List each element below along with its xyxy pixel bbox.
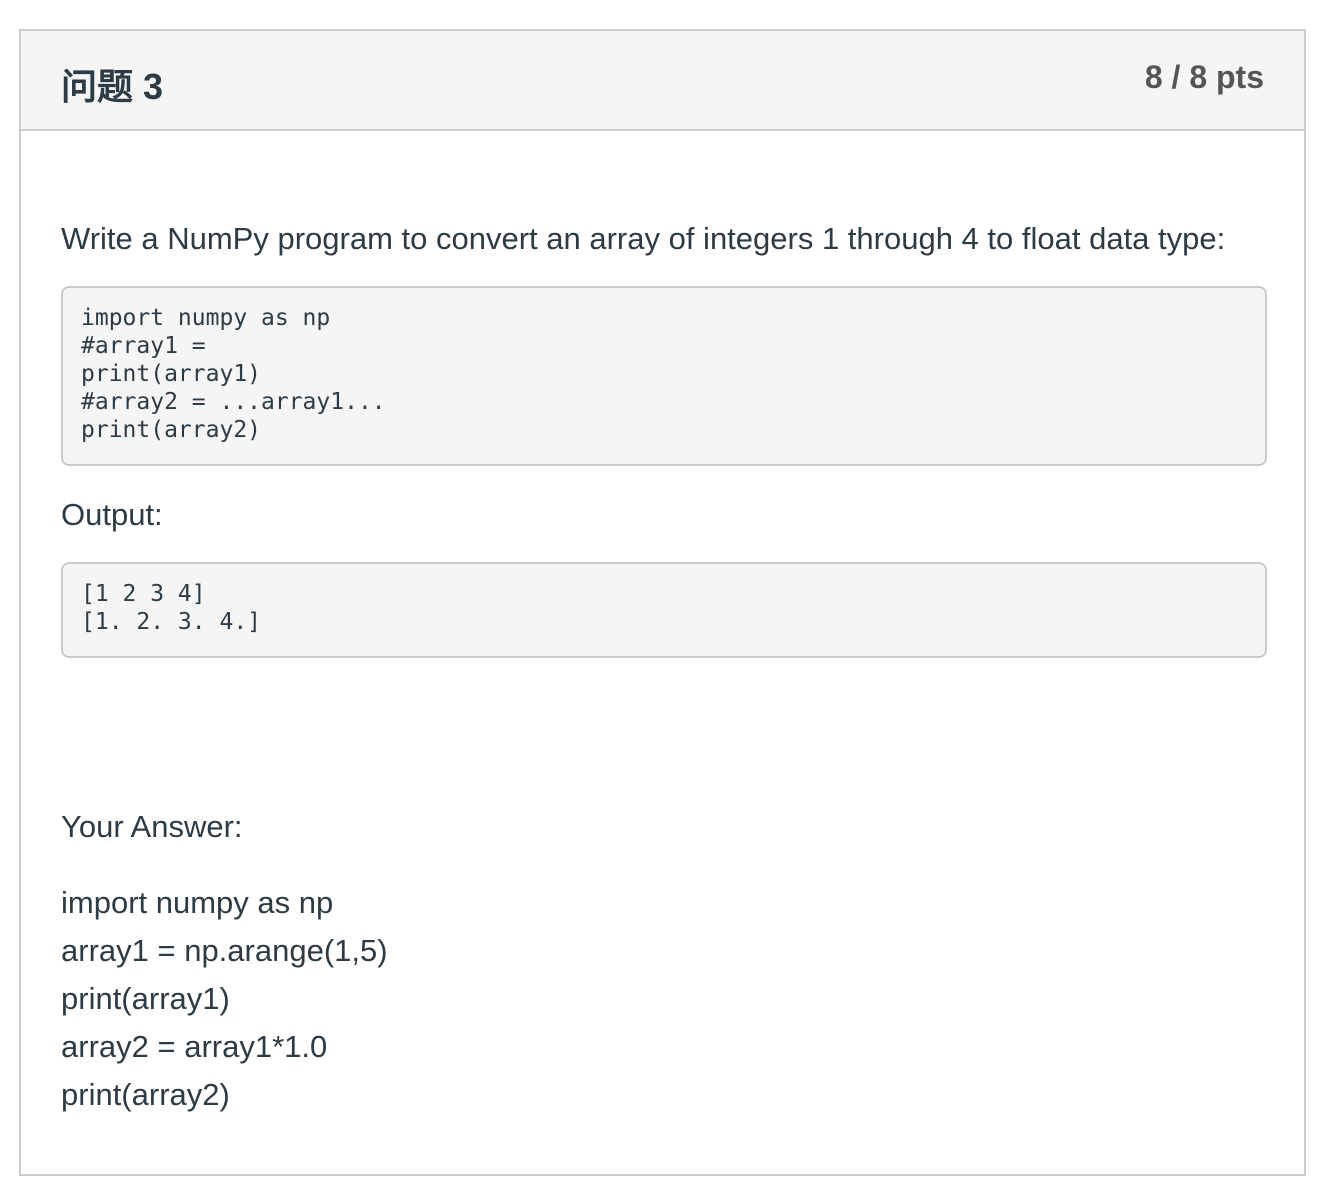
answer-label: Your Answer: [61, 809, 243, 844]
answer-text: import numpy as np array1 = np.arange(1,… [61, 879, 388, 1119]
question-prompt: Write a NumPy program to convert an arra… [61, 221, 1226, 256]
answer-line: print(array2) [61, 1077, 230, 1112]
output-line: [1. 2. 3. 4.] [81, 609, 262, 635]
answer-line: array1 = np.arange(1,5) [61, 933, 388, 968]
output-line: [1 2 3 4] [81, 581, 206, 607]
code-line: print(array1) [81, 361, 262, 387]
question-title: 问题 3 [61, 66, 164, 107]
output-code-block: [1 2 3 4] [1. 2. 3. 4.] [61, 562, 1267, 658]
question-points: 8 / 8 pts [1144, 59, 1264, 95]
code-line: #array2 = ...array1... [81, 389, 386, 415]
code-line: #array1 = [81, 333, 206, 359]
answer-line: array2 = array1*1.0 [61, 1029, 328, 1064]
code-line: import numpy as np [81, 305, 331, 331]
answer-line: import numpy as np [61, 885, 334, 920]
problem-code-block: import numpy as np #array1 = print(array… [61, 286, 1267, 466]
question-card: 问题 3 8 / 8 pts Write a NumPy program to … [19, 29, 1306, 1176]
output-label: Output: [61, 497, 163, 532]
code-line: print(array2) [81, 417, 262, 443]
question-header: 问题 3 8 / 8 pts [21, 31, 1304, 131]
answer-line: print(array1) [61, 981, 230, 1016]
